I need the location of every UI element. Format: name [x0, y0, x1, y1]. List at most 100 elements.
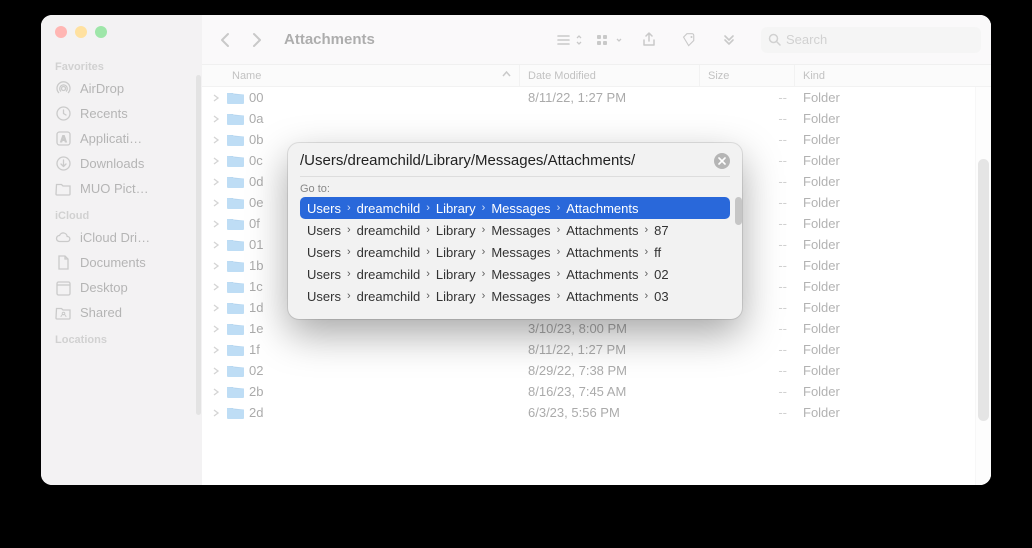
file-name: 00	[249, 90, 263, 105]
file-name: 1d	[249, 300, 263, 315]
table-row[interactable]: 2b8/16/23, 7:45 AM--Folder	[202, 381, 991, 402]
chevron-right-icon: ›	[645, 246, 649, 258]
goto-suggestion[interactable]: Users›dreamchild›Library›Messages›Attach…	[300, 241, 730, 263]
doc-icon	[55, 254, 72, 271]
sidebar-item[interactable]: iCloud Dri…	[41, 225, 202, 250]
path-segment: Users	[307, 223, 341, 238]
table-row[interactable]: 1e3/10/23, 8:00 PM--Folder	[202, 318, 991, 339]
file-size: --	[700, 321, 795, 336]
folder-icon	[226, 279, 245, 295]
goto-suggestion[interactable]: Users›dreamchild›Library›Messages›Attach…	[300, 285, 730, 307]
tags-button[interactable]	[675, 27, 703, 53]
goto-path-input[interactable]	[300, 152, 708, 169]
path-segment: dreamchild	[357, 267, 421, 282]
table-row[interactable]: 028/29/22, 7:38 PM--Folder	[202, 360, 991, 381]
disclosure-triangle-icon[interactable]	[210, 219, 222, 229]
file-kind: Folder	[795, 384, 991, 399]
date-modified: 8/11/22, 1:27 PM	[520, 90, 700, 105]
disclosure-triangle-icon[interactable]	[210, 240, 222, 250]
sidebar-item[interactable]: Shared	[41, 300, 202, 325]
folder-icon	[226, 300, 245, 316]
date-modified: 8/29/22, 7:38 PM	[520, 363, 700, 378]
table-row[interactable]: 2d6/3/23, 5:56 PM--Folder	[202, 402, 991, 423]
disclosure-triangle-icon[interactable]	[210, 261, 222, 271]
fullscreen-window-button[interactable]	[95, 26, 107, 38]
sidebar-item[interactable]: Downloads	[41, 151, 202, 176]
table-row[interactable]: 008/11/22, 1:27 PM--Folder	[202, 87, 991, 108]
sidebar-item-label: Documents	[80, 255, 146, 270]
file-size: --	[700, 405, 795, 420]
file-name: 02	[249, 363, 263, 378]
folder-icon	[226, 216, 245, 232]
chevron-right-icon: ›	[347, 290, 351, 302]
sidebar-item[interactable]: Recents	[41, 101, 202, 126]
table-row[interactable]: 0a--Folder	[202, 108, 991, 129]
sidebar-item[interactable]: Documents	[41, 250, 202, 275]
view-list-button[interactable]	[555, 33, 583, 47]
disclosure-triangle-icon[interactable]	[210, 93, 222, 103]
file-name: 0d	[249, 174, 263, 189]
sidebar-item-label: Shared	[80, 305, 122, 320]
column-kind[interactable]: Kind	[795, 65, 991, 86]
path-segment: Messages	[491, 289, 550, 304]
path-segment: Users	[307, 245, 341, 260]
path-segment: Users	[307, 289, 341, 304]
main-scrollbar-track[interactable]	[975, 87, 991, 485]
disclosure-triangle-icon[interactable]	[210, 387, 222, 397]
sidebar-item[interactable]: AirDrop	[41, 76, 202, 101]
disclosure-triangle-icon[interactable]	[210, 135, 222, 145]
minimize-window-button[interactable]	[75, 26, 87, 38]
main-scrollbar-thumb[interactable]	[978, 159, 989, 421]
disclosure-triangle-icon[interactable]	[210, 282, 222, 292]
column-name[interactable]: Name	[202, 65, 520, 86]
disclosure-triangle-icon[interactable]	[210, 366, 222, 376]
column-date[interactable]: Date Modified	[520, 65, 700, 86]
path-segment: Messages	[491, 201, 550, 216]
goto-suggestion[interactable]: Users›dreamchild›Library›Messages›Attach…	[300, 219, 730, 241]
disclosure-triangle-icon[interactable]	[210, 114, 222, 124]
sidebar-scrollbar[interactable]	[196, 75, 201, 415]
toolbar-overflow-button[interactable]	[715, 27, 743, 53]
clear-input-button[interactable]	[714, 153, 730, 169]
disclosure-triangle-icon[interactable]	[210, 198, 222, 208]
folder-icon	[226, 342, 245, 358]
goto-suggestion[interactable]: Users›dreamchild›Library›Messages›Attach…	[300, 263, 730, 285]
svg-text:A: A	[60, 134, 67, 144]
file-kind: Folder	[795, 216, 991, 231]
chevron-right-icon: ›	[347, 224, 351, 236]
nav-back-button[interactable]	[212, 27, 240, 53]
window-controls	[41, 26, 202, 52]
file-name: 0b	[249, 132, 263, 147]
sidebar-item[interactable]: MUO Pict…	[41, 176, 202, 201]
disclosure-triangle-icon[interactable]	[210, 177, 222, 187]
folder-icon	[226, 195, 245, 211]
disclosure-triangle-icon[interactable]	[210, 156, 222, 166]
path-segment: Attachments	[566, 223, 638, 238]
goto-suggestion[interactable]: Users›dreamchild›Library›Messages›Attach…	[300, 197, 730, 219]
disclosure-triangle-icon[interactable]	[210, 408, 222, 418]
view-grid-button[interactable]	[595, 33, 623, 47]
chevron-right-icon: ›	[482, 268, 486, 280]
sidebar-item[interactable]: Desktop	[41, 275, 202, 300]
search-icon	[768, 33, 781, 46]
sidebar-item[interactable]: AApplicati…	[41, 126, 202, 151]
file-kind: Folder	[795, 174, 991, 189]
path-segment: 87	[654, 223, 668, 238]
column-size[interactable]: Size	[700, 65, 795, 86]
close-window-button[interactable]	[55, 26, 67, 38]
goto-scrollbar[interactable]	[735, 197, 742, 225]
path-segment: Attachments	[566, 267, 638, 282]
disclosure-triangle-icon[interactable]	[210, 303, 222, 313]
file-kind: Folder	[795, 153, 991, 168]
file-name: 1e	[249, 321, 263, 336]
search-field[interactable]: Search	[761, 27, 981, 53]
nav-forward-button[interactable]	[242, 27, 270, 53]
table-row[interactable]: 1f8/11/22, 1:27 PM--Folder	[202, 339, 991, 360]
file-name: 1c	[249, 279, 263, 294]
path-segment: Users	[307, 267, 341, 282]
disclosure-triangle-icon[interactable]	[210, 324, 222, 334]
goto-folder-dialog: Go to: Users›dreamchild›Library›Messages…	[288, 143, 742, 319]
share-button[interactable]	[635, 27, 663, 53]
disclosure-triangle-icon[interactable]	[210, 345, 222, 355]
path-segment: Library	[436, 223, 476, 238]
